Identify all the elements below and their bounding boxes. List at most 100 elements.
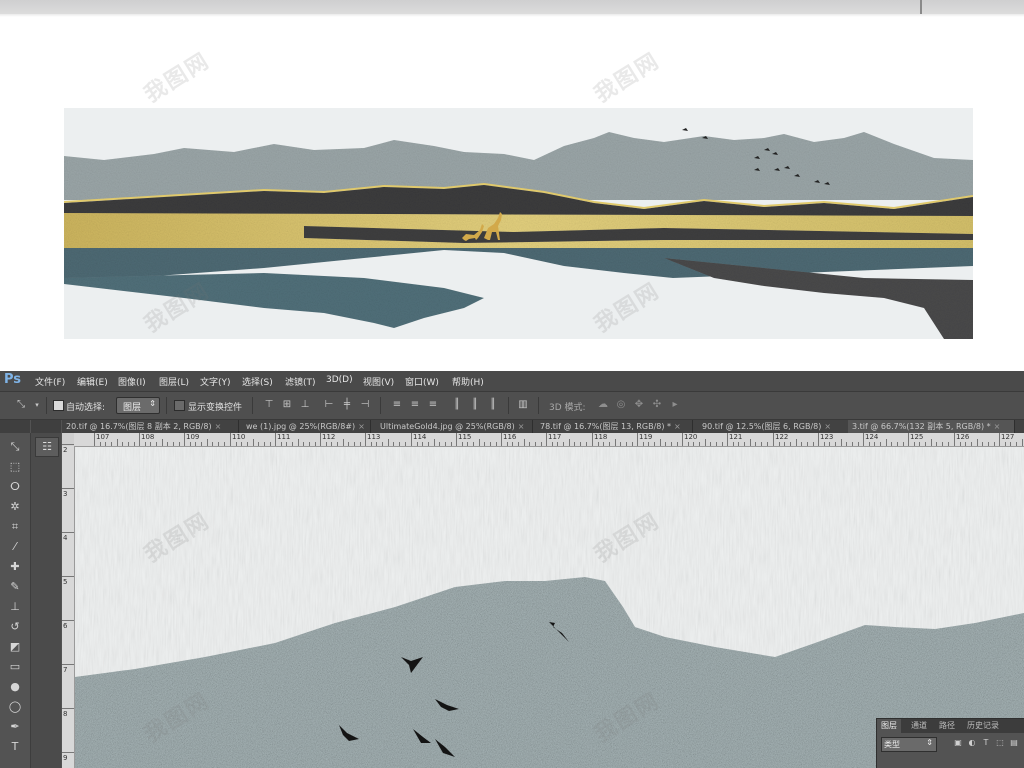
filter-shape-icon[interactable]: ⬚: [995, 738, 1005, 749]
brush-icon[interactable]: ✎: [6, 579, 24, 595]
show-transform-checkbox[interactable]: [174, 400, 185, 411]
tab-document[interactable]: 78.tif @ 16.7%(图层 13, RGB/8) * ×: [536, 420, 693, 433]
align-top-icon[interactable]: ⊤: [262, 398, 276, 412]
ruler-tick: [94, 433, 95, 446]
ruler-label: 8: [63, 710, 68, 718]
close-icon[interactable]: ×: [518, 422, 525, 431]
tab-label: 78.tif @ 16.7%(图层 13, RGB/8) *: [540, 422, 672, 431]
healing-brush-icon[interactable]: ✚: [6, 559, 24, 575]
menu-view[interactable]: 视图(V): [363, 375, 394, 388]
align-left-icon[interactable]: ⊢: [322, 398, 336, 412]
layer-filter-value: 类型: [884, 740, 900, 749]
blur-icon[interactable]: ●: [6, 679, 24, 695]
filter-smart-icon[interactable]: ▤: [1009, 738, 1019, 749]
menu-filter[interactable]: 滤镜(T): [285, 375, 316, 388]
align-vcenter-icon[interactable]: ⊞: [280, 398, 294, 412]
auto-select-checkbox[interactable]: [53, 400, 64, 411]
menu-edit[interactable]: 编辑(E): [77, 375, 108, 388]
ruler-minor-tick: [586, 442, 587, 446]
move-tool-icon[interactable]: ⤡: [6, 439, 24, 455]
ruler-label: 115: [458, 433, 472, 441]
ruler-minor-tick: [382, 442, 383, 446]
tab-document[interactable]: we (1).jpg @ 25%(RGB/8#) ×: [242, 420, 371, 433]
ruler-minor-tick: [393, 442, 394, 446]
ruler-minor-tick: [190, 442, 191, 446]
history-brush-icon[interactable]: ↺: [6, 619, 24, 635]
ruler-tick: [62, 488, 74, 489]
menu-image[interactable]: 图像(I): [118, 375, 146, 388]
tab-history[interactable]: 历史记录: [963, 719, 1003, 733]
crop-icon[interactable]: ⌗: [6, 519, 24, 535]
rect-marquee-icon[interactable]: ⬚: [6, 459, 24, 475]
distribute-hcenter-icon[interactable]: ║: [468, 398, 482, 412]
ruler-label: 123: [820, 433, 834, 441]
distribute-left-icon[interactable]: ║: [450, 398, 464, 412]
ruler-label: 7: [63, 666, 68, 674]
menu-type[interactable]: 文字(Y): [200, 375, 231, 388]
close-icon[interactable]: ×: [674, 422, 681, 431]
ruler-minor-tick: [399, 442, 400, 446]
ruler-minor-tick: [829, 442, 830, 446]
pen-icon[interactable]: ✒: [6, 719, 24, 735]
lasso-icon[interactable]: ⵔ: [6, 479, 24, 495]
menu-file[interactable]: 文件(F): [35, 375, 65, 388]
eraser-icon[interactable]: ◩: [6, 639, 24, 655]
layer-filter-dropdown[interactable]: 类型 ⇕: [881, 737, 937, 752]
tab-channels[interactable]: 通道: [907, 719, 931, 733]
filter-pixel-icon[interactable]: ▣: [953, 738, 963, 749]
divider: [380, 397, 381, 414]
dodge-icon[interactable]: ◯: [6, 699, 24, 715]
filter-type-icon[interactable]: T: [981, 738, 991, 749]
3d-drag-icon[interactable]: ✥: [632, 398, 646, 412]
close-icon[interactable]: ×: [994, 422, 1001, 431]
distribute-bottom-icon[interactable]: ≡: [426, 398, 440, 412]
menu-help[interactable]: 帮助(H): [452, 375, 484, 388]
ruler-minor-tick: [965, 442, 966, 446]
ruler-minor-tick: [195, 442, 196, 446]
ruler-minor-tick: [518, 442, 519, 446]
tab-document[interactable]: 20.tif @ 16.7%(图层 8 副本 2, RGB/8) ×: [62, 420, 239, 433]
menu-select[interactable]: 选择(S): [242, 375, 273, 388]
close-icon[interactable]: ×: [824, 422, 831, 431]
distribute-vcenter-icon[interactable]: ≡: [408, 398, 422, 412]
3d-rotate-icon[interactable]: ☁: [596, 398, 610, 412]
3d-scale-icon[interactable]: ▸: [668, 398, 682, 412]
distribute-top-icon[interactable]: ≡: [390, 398, 404, 412]
menu-window[interactable]: 窗口(W): [405, 375, 439, 388]
ruler-minor-tick: [529, 442, 530, 446]
auto-select-dropdown[interactable]: 图层 ⇕: [116, 397, 160, 414]
eyedropper-icon[interactable]: ⁄: [6, 539, 24, 555]
tab-document[interactable]: 90.tif @ 12.5%(图层 6, RGB/8) ×: [698, 420, 849, 433]
gradient-icon[interactable]: ▭: [6, 659, 24, 675]
align-bottom-icon[interactable]: ⊥: [298, 398, 312, 412]
menu-3d[interactable]: 3D(D): [326, 375, 353, 385]
tab-paths[interactable]: 路径: [935, 719, 959, 733]
ruler-minor-tick: [598, 442, 599, 446]
chevron-down-icon[interactable]: ▾: [30, 398, 44, 412]
menu-layer[interactable]: 图层(L): [159, 375, 189, 388]
layer-filter-row: 类型 ⇕ ▣ ◐ T ⬚ ▤: [881, 737, 1021, 752]
ruler-minor-tick: [331, 442, 332, 446]
close-icon[interactable]: ×: [358, 422, 365, 431]
tab-document-active[interactable]: 3.tif @ 66.7%(132 副本 5, RGB/8) * ×: [848, 420, 1015, 433]
ruler-minor-tick: [354, 442, 355, 446]
align-hcenter-icon[interactable]: ╪: [340, 398, 354, 412]
tab-document[interactable]: UltimateGold4.jpg @ 25%(RGB/8) ×: [376, 420, 533, 433]
sliders-icon[interactable]: ☷: [35, 437, 59, 457]
magic-wand-icon[interactable]: ✲: [6, 499, 24, 515]
3d-roll-icon[interactable]: ◎: [614, 398, 628, 412]
ruler-minor-tick: [846, 442, 847, 446]
align-right-icon[interactable]: ⊣: [358, 398, 372, 412]
auto-align-icon[interactable]: ▥: [516, 398, 530, 412]
type-icon[interactable]: T: [6, 739, 24, 755]
show-transform-label: 显示变换控件: [188, 403, 243, 413]
tab-layers[interactable]: 图层: [877, 719, 901, 733]
ruler-minor-tick: [790, 442, 791, 446]
clone-stamp-icon[interactable]: ⊥: [6, 599, 24, 615]
close-icon[interactable]: ×: [215, 422, 222, 431]
filter-adjustment-icon[interactable]: ◐: [967, 738, 977, 749]
ruler-label: 108: [141, 433, 155, 441]
3d-slide-icon[interactable]: ✣: [650, 398, 664, 412]
move-tool-icon[interactable]: ⤡: [14, 398, 28, 412]
distribute-right-icon[interactable]: ║: [486, 398, 500, 412]
